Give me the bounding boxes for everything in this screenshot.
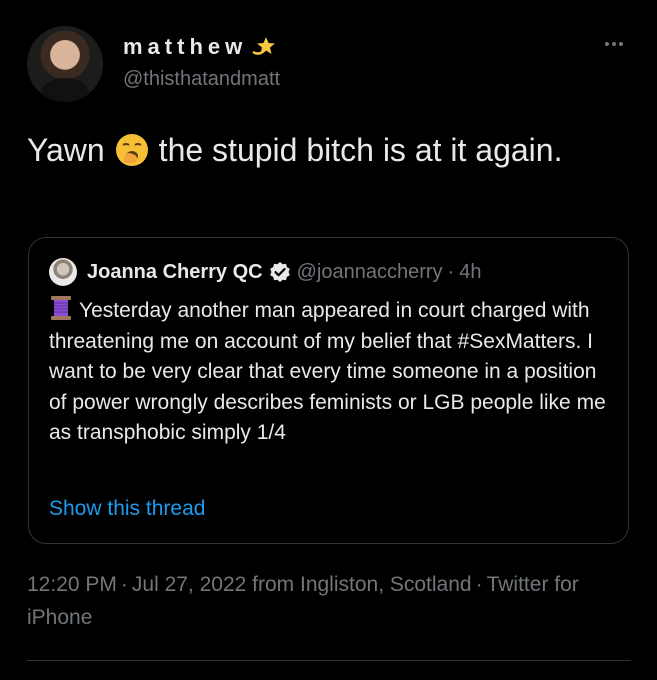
quoted-author-handle[interactable]: @joannaccherry	[297, 261, 443, 284]
quoted-tweet-card[interactable]: Joanna Cherry QC @joannaccherry · 4h Yes…	[28, 237, 629, 544]
quoted-author-name[interactable]: Joanna Cherry QC	[87, 261, 263, 284]
tweet-text: Yawn the stupid bitch is at it again.	[27, 128, 627, 173]
divider	[27, 660, 631, 661]
more-horizontal-icon	[605, 42, 609, 46]
meta-separator: ·	[120, 573, 128, 596]
quoted-timestamp[interactable]: 4h	[459, 261, 481, 284]
author-name-row[interactable]: matthew	[123, 34, 276, 60]
tweet-text-after: the stupid bitch is at it again.	[158, 132, 563, 168]
more-options-button[interactable]	[597, 34, 631, 54]
tweet-metadata: 12:20 PM · Jul 27, 2022 from Ingliston, Sc…	[27, 568, 627, 634]
quoted-text-body: Yesterday another man appeared in court …	[49, 299, 606, 444]
more-dot	[619, 42, 623, 46]
quoted-tweet-header: Joanna Cherry QC @joannaccherry · 4h	[49, 258, 481, 286]
quoted-separator: ·	[447, 260, 455, 283]
thread-spool-icon	[51, 296, 71, 320]
tweet-header: matthew @thisthatandmatt	[27, 26, 632, 106]
more-dot	[612, 42, 616, 46]
quoted-author-avatar[interactable]	[49, 258, 77, 286]
author-display-name[interactable]: matthew	[123, 34, 247, 60]
tweet-text-before: Yawn	[27, 132, 105, 168]
quoted-tweet-text: Yesterday another man appeared in court …	[49, 295, 619, 449]
author-avatar[interactable]	[27, 26, 103, 102]
meta-separator-2: ·	[475, 573, 483, 596]
tweet-date-location[interactable]: Jul 27, 2022 from Ingliston, Scotland	[132, 573, 472, 596]
tweet-time[interactable]: 12:20 PM	[27, 573, 117, 596]
show-thread-link[interactable]: Show this thread	[49, 497, 205, 521]
yawning-face-icon	[115, 134, 148, 166]
author-handle[interactable]: @thisthatandmatt	[123, 68, 280, 91]
shooting-star-icon	[252, 37, 276, 55]
verified-badge-icon	[269, 262, 290, 282]
